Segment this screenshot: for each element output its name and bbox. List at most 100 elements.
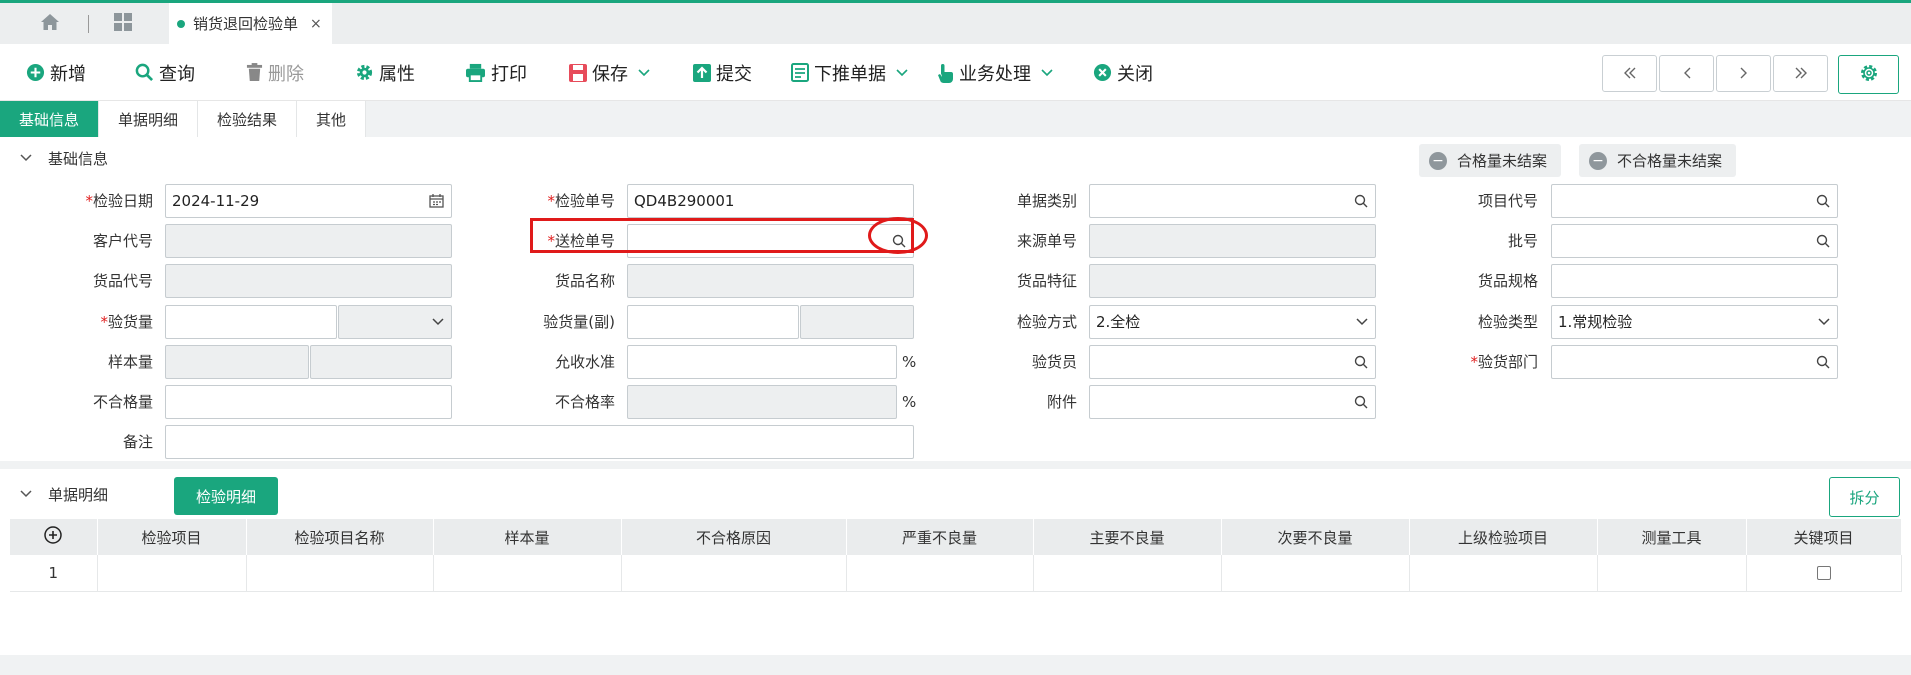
goods-feature-field	[1089, 264, 1376, 298]
cell-inspect-item[interactable]	[97, 555, 247, 592]
column-header[interactable]: 检验项目名称	[246, 519, 434, 555]
tab-document-details[interactable]: 单据明细	[99, 101, 199, 137]
detail-grid: 检验项目 检验项目名称 样本量 不合格原因 严重不良量 主要不良量 次要不良量 …	[0, 519, 1911, 655]
inspect-dept-label: *验货部门	[1470, 353, 1538, 371]
column-header[interactable]: 不合格原因	[621, 519, 847, 555]
cell-sample-qty[interactable]	[433, 555, 622, 592]
print-button[interactable]: 打印	[465, 44, 527, 101]
cell-critical-defect[interactable]	[846, 555, 1034, 592]
chevron-down-icon[interactable]	[1041, 68, 1053, 77]
cell-minor-defect[interactable]	[1221, 555, 1410, 592]
new-button[interactable]: 新增	[26, 44, 86, 101]
inspector-field[interactable]	[1089, 345, 1376, 379]
doc-type-field[interactable]	[1089, 184, 1376, 218]
chevron-down-icon[interactable]	[20, 154, 32, 162]
tab-sales-return-inspection[interactable]: 销货退回检验单 ×	[169, 3, 332, 44]
inspect-no-field[interactable]: QD4B290001	[627, 184, 914, 218]
previous-record-button[interactable]	[1659, 55, 1714, 92]
column-header[interactable]: 次要不良量	[1221, 519, 1410, 555]
unqualified-unclosed-button[interactable]: − 不合格量未结案	[1579, 144, 1737, 177]
submit-label: 提交	[716, 63, 752, 85]
column-header[interactable]: 严重不良量	[846, 519, 1034, 555]
tab-other[interactable]: 其他	[297, 101, 367, 137]
key-item-checkbox[interactable]	[1816, 566, 1831, 581]
chip-label: 合格量未结案	[1457, 152, 1548, 170]
unqualified-rate-field	[627, 385, 897, 419]
split-button[interactable]: 拆分	[1829, 477, 1900, 517]
cell-major-defect[interactable]	[1033, 555, 1222, 592]
properties-button[interactable]: 属性	[355, 44, 415, 101]
table-row[interactable]: 1	[10, 555, 1902, 592]
save-button[interactable]: 保存	[569, 44, 650, 101]
remark-label: 备注	[122, 433, 153, 451]
subtab-bar: 基础信息 单据明细 检验结果 其他	[0, 101, 1911, 137]
attachment-field[interactable]	[1089, 385, 1376, 419]
basic-info-header[interactable]: 基础信息 − 合格量未结案 − 不合格量未结案	[0, 137, 1911, 179]
calendar-icon[interactable]	[429, 185, 444, 217]
column-header[interactable]: 样本量	[433, 519, 622, 555]
goods-spec-field[interactable]	[1551, 264, 1838, 298]
business-button[interactable]: 业务处理	[937, 44, 1053, 101]
cell-parent-item[interactable]	[1409, 555, 1598, 592]
cell-key-item[interactable]	[1746, 555, 1902, 592]
accept-level-field[interactable]	[627, 345, 897, 379]
inspection-detail-tab[interactable]: 检验明细	[174, 477, 278, 515]
home-tab[interactable]	[26, 3, 74, 44]
settings-button[interactable]	[1838, 55, 1899, 94]
basic-info-section: 基础信息 − 合格量未结案 − 不合格量未结案 *检验日期 2024-11-29…	[0, 137, 1911, 461]
search-icon[interactable]	[1816, 346, 1830, 378]
inspect-date-field[interactable]: 2024-11-29	[165, 184, 452, 218]
column-header[interactable]: 上级检验项目	[1409, 519, 1598, 555]
chevron-left-icon	[1683, 65, 1691, 83]
search-icon[interactable]	[1816, 185, 1830, 217]
sample-qty-unit-field	[310, 345, 452, 379]
inspect-qty-unit-select[interactable]	[338, 305, 452, 339]
batch-no-field[interactable]	[1551, 224, 1838, 258]
inspect-type-label: 检验类型	[1477, 313, 1538, 331]
section-title: 单据明细	[48, 485, 109, 504]
unqualified-rate-label: 不合格率	[554, 393, 615, 411]
minus-circle-icon: −	[1429, 151, 1447, 170]
first-record-button[interactable]	[1602, 55, 1657, 92]
tab-basic-info[interactable]: 基础信息	[0, 101, 100, 137]
inspect-type-select[interactable]: 1.常规检验	[1551, 305, 1838, 339]
cell-inspect-item-name[interactable]	[246, 555, 434, 592]
tab-inspection-results[interactable]: 检验结果	[198, 101, 298, 137]
chevron-down-icon[interactable]	[638, 68, 650, 77]
column-header[interactable]: 关键项目	[1746, 519, 1902, 555]
inspect-qty-field[interactable]	[165, 305, 337, 339]
query-button[interactable]: 查询	[135, 44, 195, 101]
inspect-dept-field[interactable]	[1551, 345, 1838, 379]
search-icon[interactable]	[1354, 346, 1368, 378]
inspect-qty-label: *验货量	[100, 313, 153, 331]
detail-section-header[interactable]: 单据明细 检验明细 拆分	[0, 469, 1911, 519]
unqualified-qty-field[interactable]	[165, 385, 452, 419]
cell-measure-tool[interactable]	[1597, 555, 1747, 592]
apps-tab[interactable]	[103, 3, 143, 44]
delete-button[interactable]: 删除	[246, 44, 304, 101]
search-icon[interactable]	[1354, 386, 1368, 418]
close-button[interactable]: 关闭	[1093, 44, 1153, 101]
double-chevron-left-icon	[1623, 65, 1637, 83]
column-header[interactable]: 测量工具	[1597, 519, 1747, 555]
add-row-button[interactable]	[10, 519, 98, 555]
search-icon[interactable]	[1354, 185, 1368, 217]
search-icon[interactable]	[1816, 225, 1830, 257]
chevron-down-icon[interactable]	[20, 490, 32, 498]
column-header[interactable]: 检验项目	[97, 519, 247, 555]
section-title: 基础信息	[48, 149, 109, 168]
cell-unqualified-reason[interactable]	[621, 555, 847, 592]
last-record-button[interactable]	[1773, 55, 1828, 92]
push-down-button[interactable]: 下推单据	[791, 44, 908, 101]
column-header[interactable]: 主要不良量	[1033, 519, 1222, 555]
project-code-field[interactable]	[1551, 184, 1838, 218]
inspect-method-select[interactable]: 2.全检	[1089, 305, 1376, 339]
submit-button[interactable]: 提交	[693, 44, 752, 101]
qualified-unclosed-button[interactable]: − 合格量未结案	[1419, 144, 1562, 177]
next-record-button[interactable]	[1716, 55, 1771, 92]
chevron-down-icon[interactable]	[896, 68, 908, 77]
row-number: 1	[10, 555, 98, 592]
remark-field[interactable]	[165, 425, 914, 459]
close-icon[interactable]: ×	[310, 16, 322, 32]
inspect-qty-sub-field[interactable]	[627, 305, 799, 339]
